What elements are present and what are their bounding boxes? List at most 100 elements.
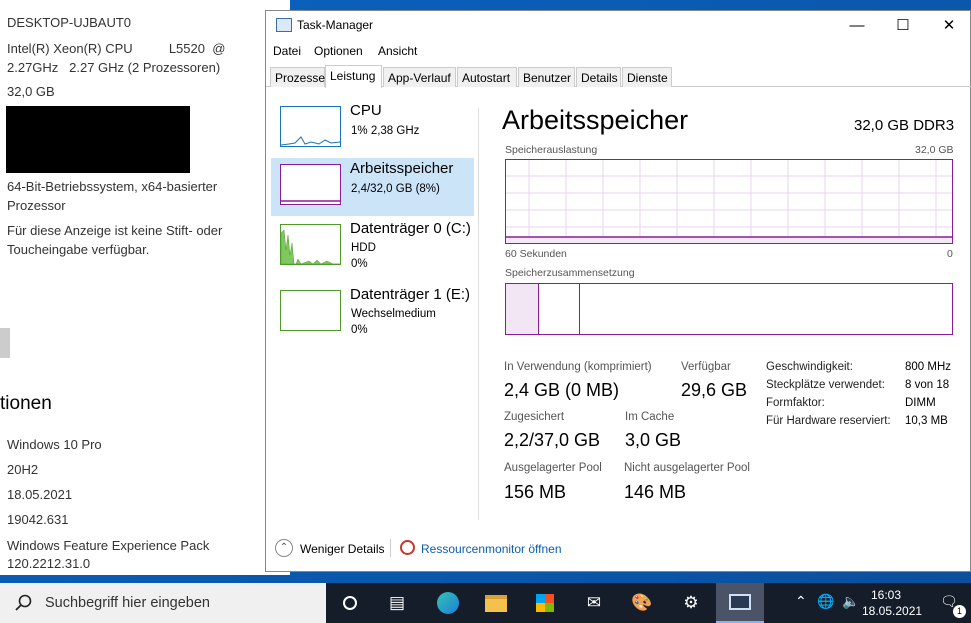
menu-ansicht[interactable]: Ansicht (378, 44, 417, 58)
install-date: 18.05.2021 (7, 487, 73, 502)
pen-info-line-2: Toucheingabe verfügbar. (7, 242, 150, 257)
nonpaged-pool-value: 146 MB (624, 482, 687, 502)
fewer-details-link[interactable]: Weniger Details (300, 542, 384, 556)
title-bar[interactable]: Task-Manager — ☐ ✕ (266, 11, 971, 41)
chevron-up-tray-icon[interactable]: ⌃ (795, 593, 807, 610)
window-title: Task-Manager (297, 18, 374, 32)
committed-value: 2,2/37,0 GB (504, 430, 601, 450)
cached-label: Im Cache (625, 411, 675, 423)
tab-autostart[interactable]: Autostart (457, 67, 517, 87)
sidebar-item-disk-1[interactable]: Datenträger 1 (E:) Wechselmedium 0% (271, 284, 474, 342)
cpu-mini-graph (280, 106, 341, 147)
system-info-window: DESKTOP-UJBAUT0 Intel(R) Xeon(R) CPU L55… (0, 0, 290, 575)
nonpaged-pool-label: Nicht ausgelagerter Pool (624, 462, 750, 474)
close-button[interactable]: ✕ (926, 11, 971, 41)
taskbar-clock[interactable]: 16:03 18.05.2021 (862, 587, 923, 619)
composition-standby-free[interactable] (580, 284, 952, 334)
spec-formfactor-label: Formfaktor: (766, 397, 825, 409)
sidebar-disk1-type: Wechselmedium (351, 308, 436, 320)
tab-details[interactable]: Details (576, 67, 621, 87)
sidebar-item-memory[interactable]: Arbeitsspeicher 2,4/32,0 GB (8%) (271, 158, 474, 216)
graph-time-start: 60 Sekunden (505, 248, 567, 260)
tab-benutzer[interactable]: Benutzer (518, 67, 575, 87)
notification-count-badge: 1 (953, 605, 966, 618)
taskbar-search-box[interactable]: Suchbegriff hier eingeben (0, 583, 326, 623)
memory-title: Arbeitsspeicher (502, 105, 689, 135)
tab-leistung[interactable]: Leistung (325, 65, 382, 88)
composition-modified[interactable] (539, 284, 580, 334)
pane-divider[interactable] (478, 108, 479, 520)
sidebar-disk0-label: Datenträger 0 (C:) (350, 220, 471, 237)
paint-icon[interactable]: 🎨 (618, 583, 666, 623)
network-globe-icon[interactable]: 🌐 (817, 593, 834, 610)
sidebar-disk1-usage: 0% (351, 324, 368, 336)
tab-prozesse[interactable]: Prozesse (270, 67, 325, 87)
spec-formfactor-value: DIMM (905, 397, 936, 409)
sidebar-item-cpu[interactable]: CPU 1% 2,38 GHz (271, 100, 474, 158)
os-type-line-2: Prozessor (7, 198, 66, 213)
spec-speed-label: Geschwindigkeit: (766, 361, 853, 373)
menu-optionen[interactable]: Optionen (314, 44, 363, 58)
menu-datei[interactable]: Datei (273, 44, 301, 58)
memory-usage-graph (505, 159, 953, 244)
maximize-button[interactable]: ☐ (880, 11, 926, 41)
experience-pack-line-2: 120.2212.31.0 (7, 556, 91, 571)
windows-version: 20H2 (7, 462, 39, 477)
paged-pool-label: Ausgelagerter Pool (504, 462, 602, 474)
tab-strip: Prozesse Leistung App-Verlauf Autostart … (266, 65, 971, 88)
settings-gear-icon[interactable]: ⚙ (667, 583, 715, 623)
redacted-block (6, 106, 190, 173)
installed-ram: 32,0 GB (7, 84, 55, 99)
paged-pool-value: 156 MB (504, 482, 567, 502)
task-view-icon[interactable] (326, 583, 374, 623)
os-type-line-1: 64-Bit-Betriebssystem, x64-basierter (7, 179, 218, 194)
task-view-button-icon[interactable]: ▤ (373, 583, 421, 623)
volume-muted-icon[interactable]: 🔈 (842, 593, 859, 610)
available-label: Verfügbar (681, 361, 731, 373)
clock-date: 18.05.2021 (862, 604, 923, 618)
composition-label: Speicherzusammensetzung (505, 267, 635, 279)
available-value: 29,6 GB (681, 380, 748, 400)
chevron-up-icon[interactable]: ⌃ (275, 539, 293, 557)
edge-browser-icon[interactable] (424, 583, 472, 623)
usage-graph-label: Speicherauslastung (505, 144, 598, 156)
sidebar-disk0-usage: 0% (351, 258, 368, 270)
task-manager-taskbar-icon[interactable] (716, 583, 764, 623)
experience-pack-line-1: Windows Feature Experience Pack (7, 538, 210, 553)
windows-edition: Windows 10 Pro (7, 437, 102, 452)
spec-slots-label: Steckplätze verwendet: (766, 379, 885, 391)
pen-info-line-1: Für diese Anzeige ist keine Stift- oder (7, 223, 223, 238)
store-icon[interactable] (521, 583, 569, 623)
computer-name: DESKTOP-UJBAUT0 (7, 15, 132, 30)
sidebar-cpu-label: CPU (350, 102, 382, 119)
sidebar-memory-label: Arbeitsspeicher (350, 160, 454, 177)
in-use-value: 2,4 GB (0 MB) (504, 380, 620, 400)
cached-value: 3,0 GB (625, 430, 682, 450)
section-heading: tionen (0, 393, 52, 414)
minimize-button[interactable]: — (834, 11, 880, 41)
sidebar-item-disk-0[interactable]: Datenträger 0 (C:) HDD 0% (271, 218, 474, 276)
resource-monitor-icon (400, 540, 415, 555)
scroll-handle[interactable] (0, 328, 10, 358)
disk0-mini-graph (280, 224, 341, 265)
tab-dienste[interactable]: Dienste (622, 67, 672, 87)
graph-time-end: 0 (947, 248, 953, 260)
in-use-label: In Verwendung (komprimiert) (504, 361, 652, 373)
spec-reserved-value: 10,3 MB (905, 415, 948, 427)
sidebar-disk0-type: HDD (351, 242, 376, 254)
sidebar-cpu-usage: 1% 2,38 GHz (351, 125, 420, 137)
spec-slots-value: 8 von 18 (905, 379, 950, 391)
tab-app-verlauf[interactable]: App-Verlauf (383, 67, 456, 87)
memory-composition-bar (505, 283, 953, 335)
resource-monitor-link[interactable]: Ressourcenmonitor öffnen (421, 542, 562, 556)
spec-speed-value: 800 MHz (905, 361, 952, 373)
composition-in-use[interactable] (506, 284, 539, 334)
mail-icon[interactable]: ✉ (570, 583, 618, 623)
os-build: 19042.631 (7, 512, 69, 527)
menu-bar: Datei Optionen Ansicht (266, 41, 971, 61)
file-explorer-icon[interactable] (472, 583, 520, 623)
search-placeholder: Suchbegriff hier eingeben (45, 595, 210, 611)
taskbar: Suchbegriff hier eingeben ▤ ✉ 🎨 ⚙ ⌃ 🌐 🔈 … (0, 583, 971, 623)
cpu-line-2: 2.27GHz 2.27 GHz (2 Prozessoren) (7, 60, 221, 75)
sidebar-disk1-label: Datenträger 1 (E:) (350, 286, 471, 303)
